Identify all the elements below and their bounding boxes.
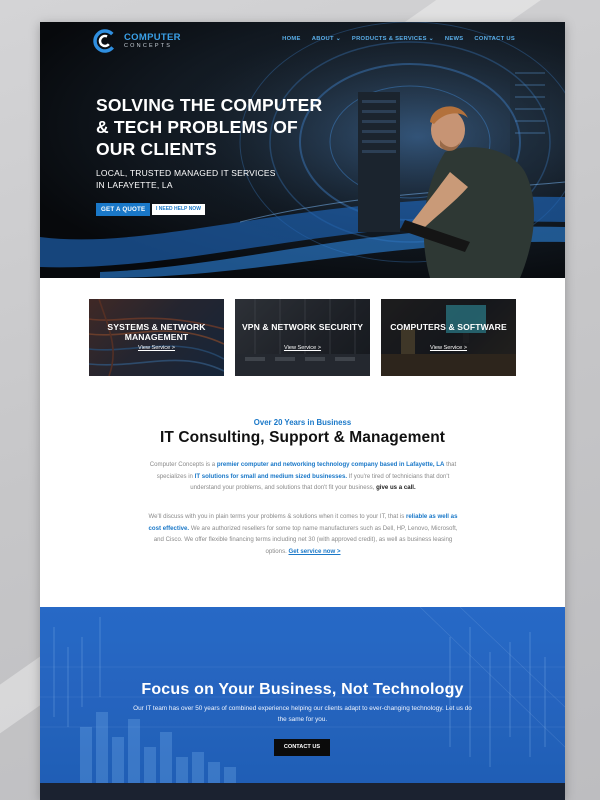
about-paragraph-2: We'll discuss with you in plain terms yo…	[148, 511, 458, 557]
focus-banner: Focus on Your Business, Not Technology O…	[40, 607, 565, 783]
nav-item-products-services[interactable]: PRODUCTS & SERVICES ⌄	[352, 36, 434, 42]
service-card-computers-software[interactable]: COMPUTERS & SOFTWARE View Service >	[381, 299, 516, 376]
logo-line-2: CONCEPTS	[124, 42, 173, 49]
technician-photo	[358, 92, 535, 278]
highlight-text: premier computer and networking technolo…	[216, 461, 445, 468]
hero-subtitle: LOCAL, TRUSTED MANAGED IT SERVICES IN LA…	[96, 168, 276, 190]
contact-us-button[interactable]: CONTACT US	[274, 739, 330, 756]
nav-item-about[interactable]: ABOUT ⌄	[312, 36, 341, 42]
view-service-link[interactable]: View Service >	[89, 345, 224, 351]
get-service-now-link[interactable]: Get service now >	[289, 548, 341, 555]
nav-item-news[interactable]: NEWS	[445, 36, 464, 42]
i-need-help-now-button[interactable]: I NEED HELP NOW	[152, 204, 205, 215]
banner-text: Our IT team has over 50 years of combine…	[133, 705, 472, 723]
text-fragment: We'll discuss with you in plain terms yo…	[148, 513, 406, 520]
service-card-title: COMPUTERS & SOFTWARE	[390, 322, 507, 332]
section-eyebrow: Over 20 Years in Business	[253, 418, 352, 427]
service-card-title: VPN & NETWORK SECURITY	[241, 322, 364, 332]
view-service-link[interactable]: View Service >	[235, 345, 370, 351]
logo-c-icon	[93, 29, 117, 53]
footer-strip	[40, 783, 565, 800]
nav-item-contact-us[interactable]: CONTACT US	[474, 36, 515, 42]
service-card-systems-network[interactable]: SYSTEMS & NETWORK MANAGEMENT View Servic…	[89, 299, 224, 376]
main-nav: COMPUTER CONCEPTS HOME ABOUT ⌄ PRODUCTS …	[40, 22, 565, 62]
hero-section: COMPUTER CONCEPTS HOME ABOUT ⌄ PRODUCTS …	[40, 22, 565, 278]
section-title: IT Consulting, Support & Management	[159, 429, 446, 446]
hero-title: SOLVING THE COMPUTER & TECH PROBLEMS OF …	[96, 95, 323, 159]
website-page: COMPUTER CONCEPTS HOME ABOUT ⌄ PRODUCTS …	[40, 22, 565, 800]
company-logo[interactable]: COMPUTER CONCEPTS	[92, 28, 181, 54]
service-card-vpn-security[interactable]: VPN & NETWORK SECURITY View Service >	[235, 299, 370, 376]
about-paragraph-1: Computer Concepts is a premier computer …	[148, 459, 458, 494]
service-cards: SYSTEMS & NETWORK MANAGEMENT View Servic…	[89, 299, 516, 376]
view-service-link[interactable]: View Service >	[381, 345, 516, 351]
get-a-quote-button[interactable]: GET A QUOTE	[96, 203, 151, 216]
highlight-text: IT solutions for small and medium sized …	[194, 472, 348, 480]
service-card-title: SYSTEMS & NETWORK MANAGEMENT	[107, 322, 206, 342]
text-fragment: Computer Concepts is a	[149, 461, 217, 468]
emphasis-text: give us a call.	[376, 484, 416, 491]
nav-item-home[interactable]: HOME	[282, 36, 301, 42]
banner-title: Focus on Your Business, Not Technology	[141, 681, 464, 698]
nav-menu: HOME ABOUT ⌄ PRODUCTS & SERVICES ⌄ NEWS …	[282, 36, 515, 42]
logo-line-1: COMPUTER	[124, 32, 181, 43]
